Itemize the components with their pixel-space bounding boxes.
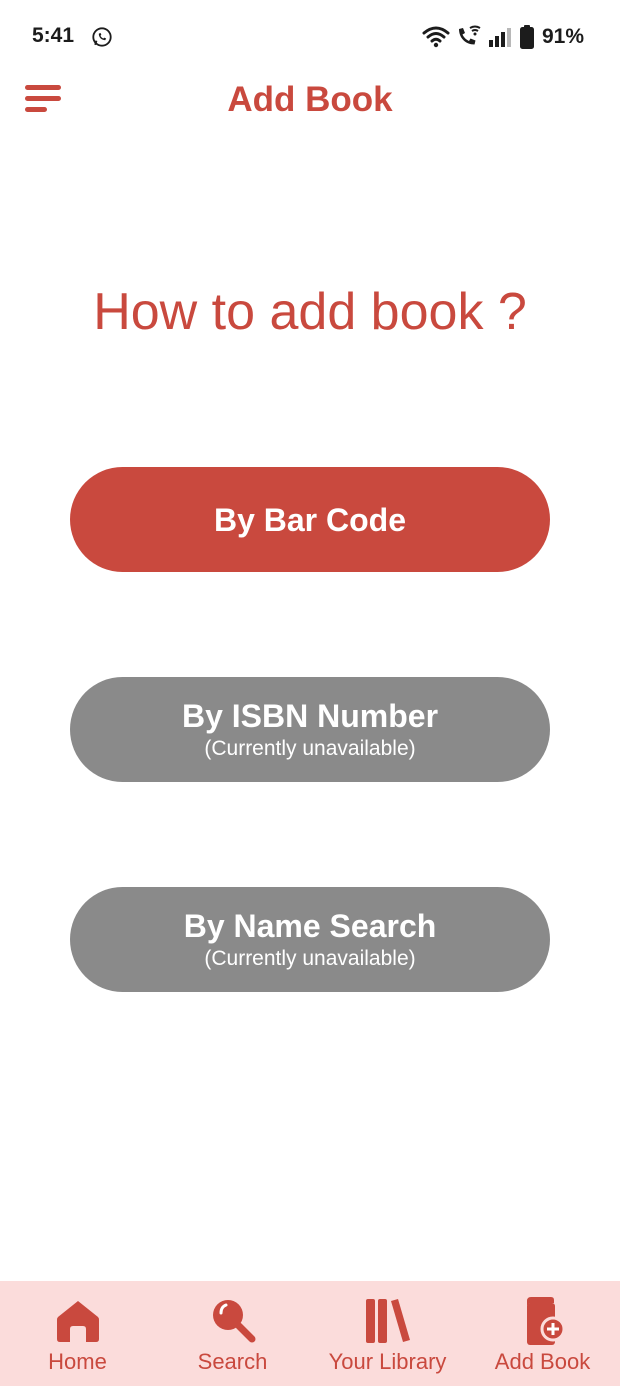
page-title: Add Book xyxy=(227,80,393,119)
nav-label-your-library: Your Library xyxy=(328,1349,447,1374)
nav-label-search: Search xyxy=(197,1349,268,1374)
by-isbn-number-label: By ISBN Number xyxy=(181,697,439,734)
nav-label-add-book: Add Book xyxy=(494,1349,591,1374)
isbn-unavailable-note: (Currently unavailable) xyxy=(204,736,416,760)
nav-item-add-book[interactable]: Add Book xyxy=(465,1281,620,1386)
whatsapp-icon xyxy=(92,27,112,47)
nav-label-home: Home xyxy=(48,1349,107,1374)
app-bar: Add Book xyxy=(0,72,620,132)
add-book-icon xyxy=(526,1297,565,1345)
battery-icon xyxy=(519,25,534,49)
by-name-search-button[interactable]: By Name Search (Currently unavailable) xyxy=(70,887,550,992)
name-search-unavailable-note: (Currently unavailable) xyxy=(204,946,416,970)
status-icons: 91% xyxy=(422,22,584,52)
nav-item-your-library[interactable]: Your Library xyxy=(310,1281,465,1386)
wifi-icon xyxy=(422,26,450,48)
by-isbn-number-button[interactable]: By ISBN Number (Currently unavailable) xyxy=(70,677,550,782)
nav-item-search[interactable]: Search xyxy=(155,1281,310,1386)
battery-percentage: 91% xyxy=(541,25,584,48)
by-name-search-label: By Name Search xyxy=(183,907,437,944)
nav-item-home[interactable]: Home xyxy=(0,1281,155,1386)
bottom-navigation: Home Search Your Library Add Book xyxy=(0,1281,620,1386)
wifi-calling-icon xyxy=(458,25,481,45)
by-bar-code-button[interactable]: By Bar Code xyxy=(70,467,550,572)
home-icon xyxy=(56,1301,99,1342)
search-icon xyxy=(212,1300,255,1343)
status-time: 5:41 xyxy=(32,24,75,47)
library-icon xyxy=(365,1299,410,1343)
status-bar: 5:41 91% xyxy=(0,0,620,72)
signal-icon xyxy=(488,28,511,47)
by-bar-code-label: By Bar Code xyxy=(213,501,407,538)
add-method-heading: How to add book ? xyxy=(93,283,527,341)
